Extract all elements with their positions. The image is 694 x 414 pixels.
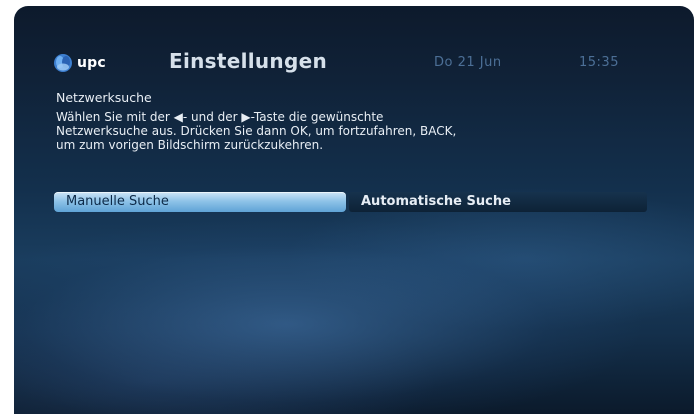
logo-text: upc (77, 55, 106, 71)
tv-screen: upc Einstellungen Do 21 Jun 15:35 Netzwe… (14, 6, 694, 414)
upc-logo: upc (53, 53, 106, 73)
instructions-text: Wählen Sie mit der ◀- und der ▶-Taste di… (56, 110, 676, 152)
search-mode-options: Manuelle Suche Automatische Suche (54, 192, 650, 214)
section-heading: Netzwerksuche (56, 90, 152, 105)
date-display: Do 21 Jun (434, 55, 502, 70)
instruction-line: um zum vorigen Bildschirm zurückzukehren… (56, 138, 324, 152)
instruction-line: Netzwerksuche aus. Drücken Sie dann OK, … (56, 124, 457, 138)
automatic-search-option[interactable]: Automatische Suche (349, 192, 647, 212)
header-bar: upc Einstellungen Do 21 Jun 15:35 (14, 6, 694, 86)
instruction-line: Wählen Sie mit der ◀- und der ▶-Taste di… (56, 110, 384, 124)
time-display: 15:35 (579, 55, 619, 70)
page-title: Einstellungen (169, 49, 327, 73)
upc-logo-icon (54, 54, 72, 72)
manual-search-option[interactable]: Manuelle Suche (54, 192, 346, 212)
